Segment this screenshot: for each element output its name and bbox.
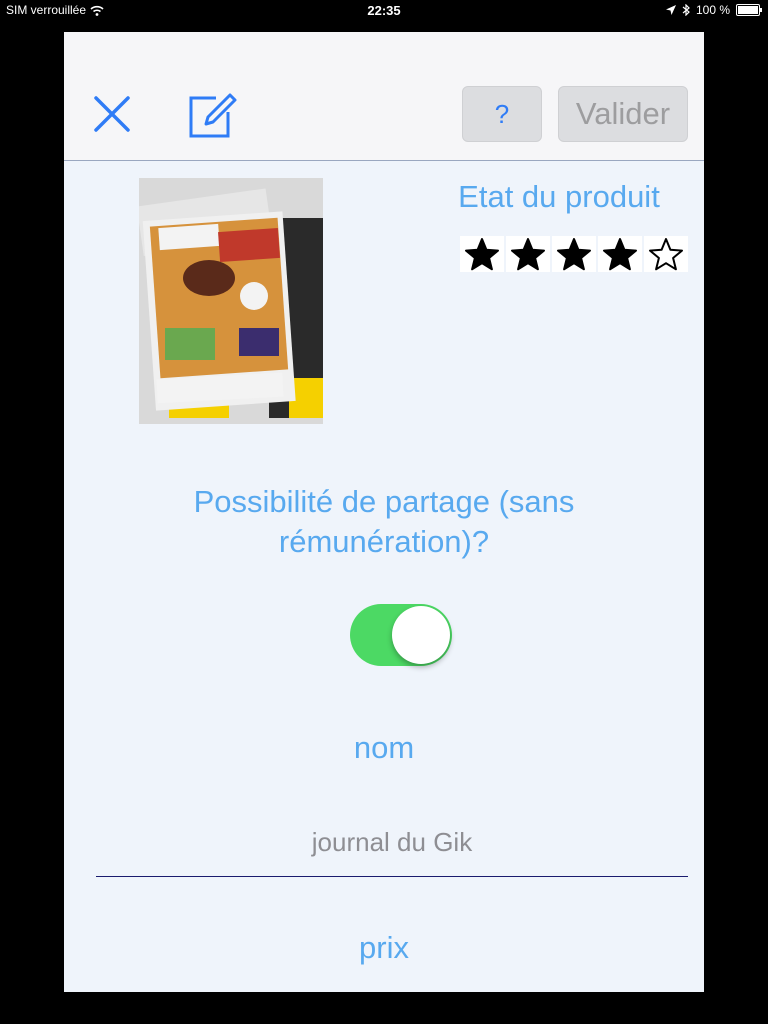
toggle-knob: [392, 606, 450, 664]
price-label: prix: [359, 930, 409, 965]
status-bar: SIM verrouillée 22:35 100 %: [0, 0, 768, 22]
validate-button[interactable]: Valider: [558, 86, 688, 142]
product-photo[interactable]: [139, 178, 323, 424]
product-form-sheet: ? Valider Etat du produit Possibilité de…: [64, 32, 704, 992]
battery-percent: 100 %: [695, 3, 730, 17]
rating-stars[interactable]: [460, 236, 688, 272]
status-time: 22:35: [367, 3, 401, 18]
star-filled-icon[interactable]: [460, 236, 504, 272]
edit-icon: [189, 93, 237, 138]
product-condition-label: Etat du produit: [458, 179, 660, 214]
name-label: nom: [353, 730, 415, 765]
edit-button[interactable]: [188, 90, 238, 140]
name-underline: [96, 876, 688, 877]
close-button[interactable]: [92, 94, 132, 134]
location-arrow-icon: [665, 5, 676, 15]
help-button[interactable]: ?: [462, 86, 542, 142]
status-right: 100 %: [665, 3, 762, 17]
star-filled-icon[interactable]: [506, 236, 550, 272]
bluetooth-icon: [682, 4, 690, 16]
star-filled-icon[interactable]: [598, 236, 642, 272]
star-empty-icon[interactable]: [644, 236, 688, 272]
battery-fill: [738, 6, 758, 14]
toolbar: ? Valider: [64, 32, 704, 161]
share-question: Possibilité de partage (sans rémunératio…: [193, 484, 575, 559]
battery-icon: [736, 4, 762, 16]
close-icon: [94, 96, 130, 132]
product-photo-image: [139, 178, 323, 424]
share-toggle[interactable]: [350, 604, 452, 666]
name-input[interactable]: [96, 822, 688, 862]
star-filled-icon[interactable]: [552, 236, 596, 272]
